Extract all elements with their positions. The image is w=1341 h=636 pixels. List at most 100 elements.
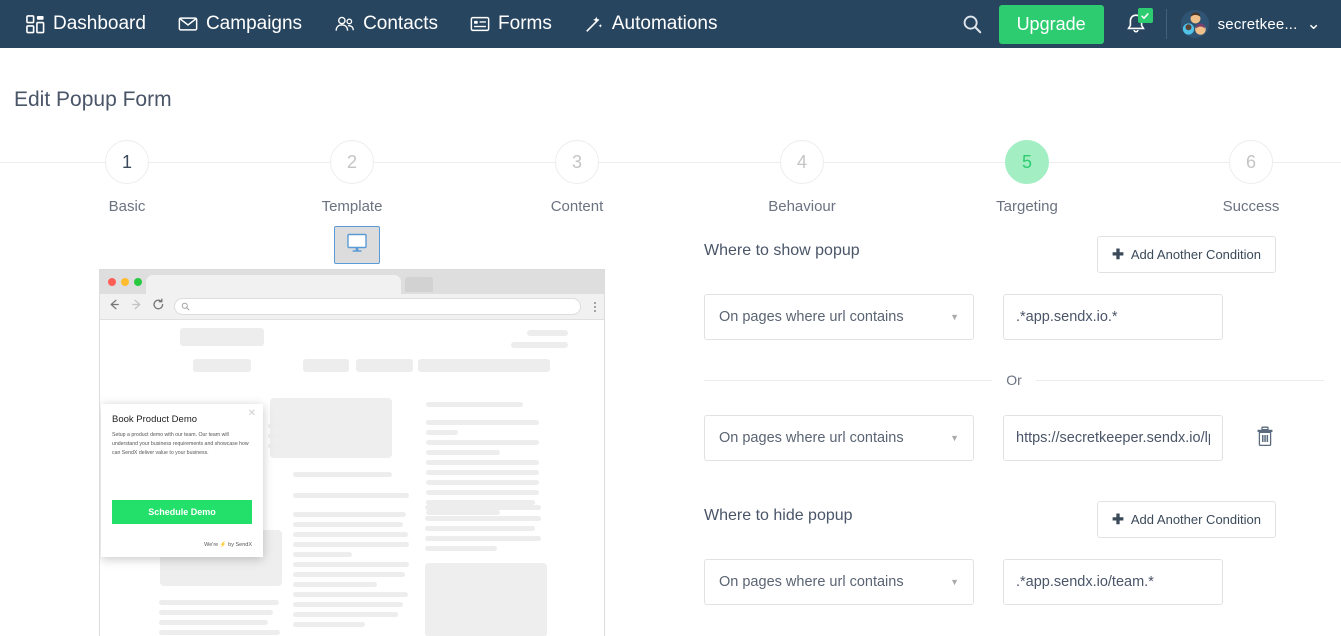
step-targeting[interactable]: 5 Targeting	[957, 135, 1097, 215]
skeleton-block	[293, 612, 398, 617]
delete-show-condition-button-2[interactable]	[1252, 425, 1278, 451]
people-icon	[334, 14, 355, 35]
nav-item-label: Contacts	[363, 13, 438, 35]
select-value: On pages where url contains	[719, 574, 904, 590]
skeleton-block	[293, 472, 392, 477]
search-icon	[181, 298, 190, 316]
primary-nav: Dashboard Campaigns Contacts Forms Autom	[10, 0, 734, 48]
show-condition-operator-select-2[interactable]: On pages where url contains ▼	[704, 415, 974, 461]
step-basic[interactable]: 1 Basic	[57, 135, 197, 215]
step-content[interactable]: 3 Content	[507, 135, 647, 215]
upgrade-button[interactable]: Upgrade	[999, 5, 1104, 44]
arrow-right-icon	[130, 298, 143, 316]
skeleton-block	[426, 440, 539, 445]
skeleton-block	[270, 398, 392, 458]
search-icon[interactable]	[947, 0, 997, 48]
step-label: Success	[1181, 198, 1321, 215]
add-condition-label: Add Another Condition	[1131, 247, 1261, 262]
skeleton-block	[180, 328, 264, 346]
nav-item-label: Forms	[498, 13, 552, 35]
reload-icon	[152, 298, 165, 316]
skeleton-block	[511, 342, 568, 348]
skeleton-block	[159, 620, 268, 625]
skeleton-block	[426, 402, 523, 407]
step-label: Behaviour	[732, 198, 872, 215]
step-number: 3	[555, 140, 599, 184]
add-hide-condition-button[interactable]: ✚ Add Another Condition	[1097, 501, 1276, 538]
show-condition-value-input-1[interactable]	[1003, 294, 1223, 340]
step-label: Content	[507, 198, 647, 215]
schedule-demo-button[interactable]: Schedule Demo	[112, 500, 252, 524]
popup-footer-credit: We're ⚡ by SendX	[204, 542, 252, 548]
popup-preview-card: ✕ Book Product Demo Setup a product demo…	[101, 404, 263, 557]
kebab-menu-icon[interactable]	[594, 302, 596, 312]
nav-item-label: Campaigns	[206, 13, 302, 35]
select-value: On pages where url contains	[719, 309, 904, 325]
show-condition-row-2: On pages where url contains ▼	[704, 415, 1324, 461]
browser-titlebar	[100, 270, 604, 294]
add-condition-label: Add Another Condition	[1131, 512, 1261, 527]
show-condition-operator-select-1[interactable]: On pages where url contains ▼	[704, 294, 974, 340]
nav-item-campaigns[interactable]: Campaigns	[162, 0, 318, 48]
nav-item-forms[interactable]: Forms	[454, 0, 568, 48]
step-success[interactable]: 6 Success	[1181, 135, 1321, 215]
skeleton-block	[527, 330, 568, 336]
skeleton-block	[293, 552, 352, 557]
skeleton-block	[293, 562, 409, 567]
hide-condition-value-input-1[interactable]	[1003, 559, 1223, 605]
notification-badge	[1138, 8, 1153, 23]
hide-popup-section-header: Where to hide popup ✚ Add Another Condit…	[704, 501, 1324, 547]
device-toggle-desktop[interactable]	[334, 226, 380, 264]
skeleton-block	[268, 424, 279, 428]
skeleton-block	[426, 480, 539, 485]
nav-item-automations[interactable]: Automations	[568, 0, 734, 48]
skeleton-block	[159, 610, 273, 615]
skeleton-block	[426, 470, 539, 475]
show-popup-title: Where to show popup	[704, 236, 860, 260]
nav-item-contacts[interactable]: Contacts	[318, 0, 454, 48]
browser-toolbar	[100, 294, 604, 320]
page-title: Edit Popup Form	[14, 88, 172, 112]
preview-page-skeleton: ✕ Book Product Demo Setup a product demo…	[100, 320, 604, 636]
skeleton-block	[293, 592, 408, 597]
skeleton-block	[303, 359, 349, 372]
traffic-light-minimize	[121, 278, 129, 286]
joiner-label: Or	[1006, 372, 1022, 388]
step-template[interactable]: 2 Template	[282, 135, 422, 215]
close-icon[interactable]: ✕	[248, 408, 256, 419]
browser-url-input[interactable]	[174, 298, 581, 315]
notifications-button[interactable]	[1110, 0, 1162, 48]
arrow-left-icon	[108, 298, 121, 316]
skeleton-block	[193, 359, 251, 372]
nav-item-label: Automations	[612, 13, 718, 35]
skeleton-block	[426, 450, 500, 455]
skeleton-block	[293, 622, 365, 627]
check-icon	[1140, 11, 1150, 21]
skeleton-block	[425, 516, 541, 521]
chevron-down-icon: ⌄	[1307, 21, 1321, 27]
show-condition-value-input-2[interactable]	[1003, 415, 1223, 461]
skeleton-block	[293, 532, 408, 537]
avatar	[1181, 10, 1209, 38]
hide-popup-title: Where to hide popup	[704, 501, 853, 525]
nav-item-dashboard[interactable]: Dashboard	[10, 0, 162, 48]
magic-wand-icon	[584, 14, 604, 34]
skeleton-block	[426, 510, 500, 515]
skeleton-block	[293, 522, 403, 527]
chevron-down-icon: ▼	[950, 433, 959, 443]
user-menu[interactable]: secretkee... ⌄	[1171, 0, 1329, 48]
skeleton-block	[159, 630, 280, 635]
step-number: 4	[780, 140, 824, 184]
divider-line-left	[704, 380, 992, 381]
new-tab-button	[405, 277, 433, 292]
plus-icon: ✚	[1112, 511, 1124, 528]
traffic-light-close	[108, 278, 116, 286]
step-behaviour[interactable]: 4 Behaviour	[732, 135, 872, 215]
skeleton-block	[293, 512, 406, 517]
hide-condition-operator-select-1[interactable]: On pages where url contains ▼	[704, 559, 974, 605]
skeleton-block	[425, 536, 541, 541]
step-number: 6	[1229, 140, 1273, 184]
add-show-condition-button[interactable]: ✚ Add Another Condition	[1097, 236, 1276, 273]
skeleton-block	[425, 505, 541, 510]
hide-condition-row-1: On pages where url contains ▼	[704, 559, 1324, 605]
